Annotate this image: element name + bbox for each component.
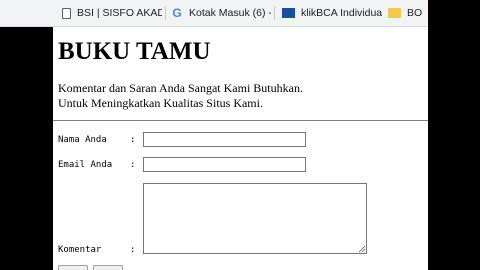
bookmark-label: klikBCA Individual xyxy=(301,7,382,19)
reset-button[interactable] xyxy=(93,265,123,270)
bookmark-bo-folder[interactable]: BO xyxy=(388,4,428,22)
bookmark-separator xyxy=(274,6,275,20)
submit-button[interactable] xyxy=(58,265,88,270)
email-colon: : xyxy=(130,160,136,170)
comment-textarea[interactable] xyxy=(143,183,367,254)
horizontal-rule xyxy=(53,120,428,121)
comment-label: Komentar xyxy=(58,245,102,255)
document-icon xyxy=(62,7,71,19)
google-icon: G xyxy=(172,6,182,20)
name-label: Nama Anda xyxy=(58,135,107,145)
name-input[interactable] xyxy=(143,132,306,147)
bookmarks-bar: BSI | SISFO AKADEMIK G Kotak Masuk (6) -… xyxy=(0,0,480,27)
name-colon: : xyxy=(130,135,136,145)
bookmark-bsi-sisfo[interactable]: BSI | SISFO AKADEMIK xyxy=(62,4,162,22)
bookmark-separator xyxy=(165,6,166,20)
bookmark-label: Kotak Masuk (6) - jan xyxy=(189,7,271,19)
bookmark-klikbca[interactable]: klikBCA Individual xyxy=(282,4,382,22)
intro-text: Komentar dan Saran Anda Sangat Kami Butu… xyxy=(58,81,303,110)
folder-icon xyxy=(388,8,401,18)
bookmark-kotak-masuk[interactable]: G Kotak Masuk (6) - jan xyxy=(171,4,271,22)
email-input[interactable] xyxy=(143,157,306,172)
klikbca-icon xyxy=(282,8,295,18)
comment-colon: : xyxy=(130,245,136,255)
bookmark-label: BO xyxy=(407,7,423,19)
resize-grip-icon[interactable] xyxy=(359,246,365,252)
intro-line-2: Untuk Meningkatkan Kualitas Situs Kami. xyxy=(58,95,263,110)
bookmark-label: BSI | SISFO AKADEMIK xyxy=(77,7,162,19)
right-black-bar xyxy=(428,0,480,270)
email-label: Email Anda xyxy=(58,160,113,170)
intro-line-1: Komentar dan Saran Anda Sangat Kami Butu… xyxy=(58,81,303,95)
page-title: BUKU TAMU xyxy=(58,38,211,65)
guestbook-page: BUKU TAMU Komentar dan Saran Anda Sangat… xyxy=(53,27,428,270)
